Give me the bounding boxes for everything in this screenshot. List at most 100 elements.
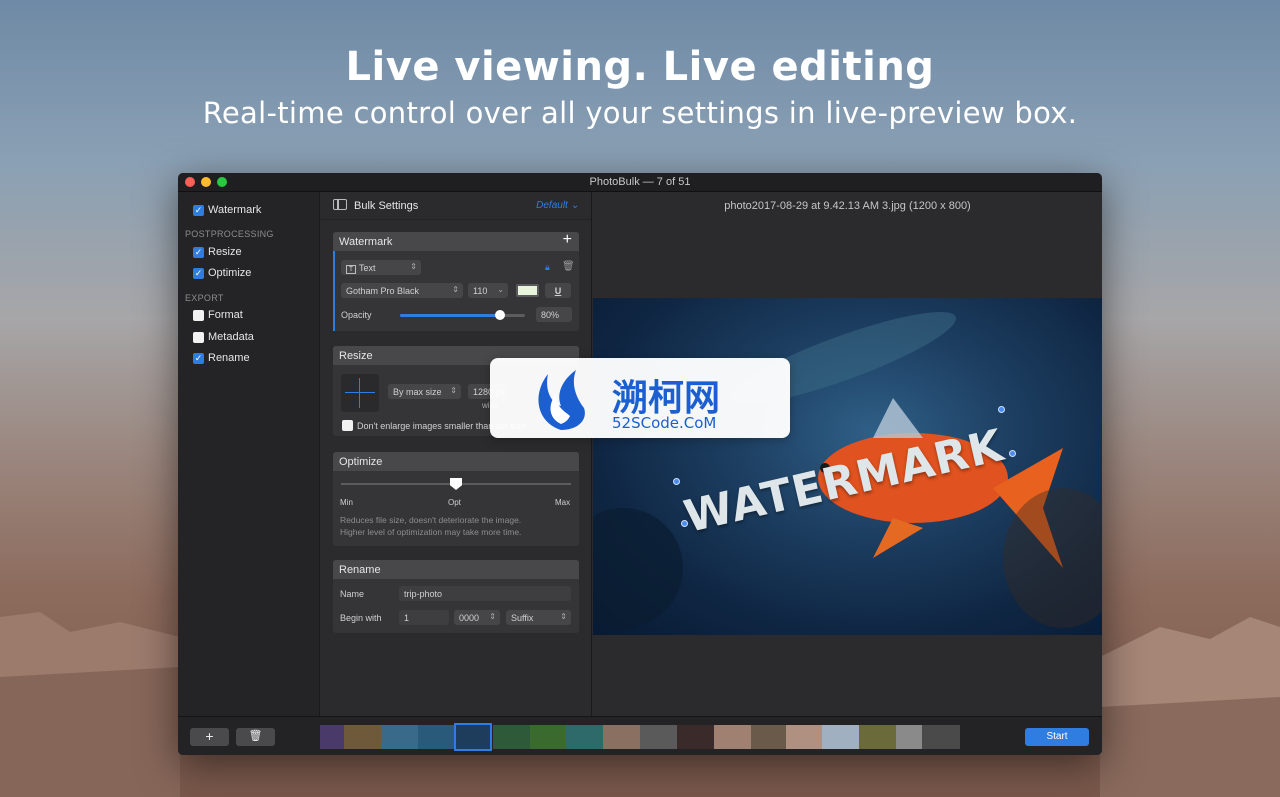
resize-mode-select[interactable]: By max size ⇕ bbox=[388, 384, 461, 399]
start-button[interactable]: Start bbox=[1025, 728, 1089, 746]
resize-handle[interactable] bbox=[673, 478, 680, 485]
rename-digits-select[interactable]: 0000 ⇕ bbox=[454, 610, 500, 625]
watermark-type-select[interactable]: T Text ⇕ bbox=[341, 260, 421, 275]
sidebar-item-optimize[interactable]: ✓ Optimize bbox=[193, 267, 251, 279]
resize-handle[interactable] bbox=[681, 520, 688, 527]
resize-mode-icon bbox=[341, 374, 379, 412]
hero-subtitle: Real-time control over all your settings… bbox=[202, 96, 1078, 130]
thumbnail[interactable] bbox=[714, 725, 752, 749]
sidebar-item-label: Watermark bbox=[208, 204, 262, 216]
thumbnail[interactable] bbox=[530, 725, 568, 749]
bottom-toolbar: + 🗑︎ Start bbox=[178, 716, 1102, 755]
sidebar-item-metadata[interactable]: Metadata bbox=[193, 331, 254, 343]
preview-photo[interactable]: WATERMARK bbox=[593, 298, 1102, 635]
window-title: PhotoBulk — 7 of 51 bbox=[589, 176, 691, 188]
panel-header: Watermark + bbox=[333, 231, 579, 251]
preview-area: photo2017-08-29 at 9.42.13 AM 3.jpg (120… bbox=[593, 192, 1102, 716]
settings-title: Bulk Settings bbox=[354, 200, 419, 212]
thumbnail-selected[interactable] bbox=[454, 723, 492, 751]
checkbox-unchecked-icon[interactable] bbox=[342, 420, 353, 431]
optimize-min-label: Min bbox=[340, 498, 353, 507]
section-heading-export: EXPORT bbox=[185, 293, 224, 303]
checkbox-unchecked-icon[interactable] bbox=[193, 331, 204, 343]
rename-begin-input[interactable]: 1 bbox=[399, 610, 449, 625]
sidebar-item-label: Metadata bbox=[208, 331, 254, 343]
optimize-slider[interactable] bbox=[341, 478, 571, 490]
thumbnail[interactable] bbox=[822, 725, 860, 749]
flame-logo-icon bbox=[538, 370, 585, 430]
rename-name-input[interactable]: trip-photo bbox=[399, 586, 571, 601]
watermark-panel: Watermark + T Text ⇕ 🔒︎ 🗑︎ Gotham Pro Blac… bbox=[333, 231, 579, 331]
thumbnail[interactable] bbox=[566, 725, 604, 749]
optimize-opt-label: Opt bbox=[448, 498, 461, 507]
font-family-select[interactable]: Gotham Pro Black ⇕ bbox=[341, 283, 463, 298]
settings-header: Bulk Settings Default ⌄ bbox=[321, 192, 591, 220]
rename-position-select[interactable]: Suffix ⇕ bbox=[506, 610, 571, 625]
underline-icon[interactable]: U bbox=[545, 283, 571, 298]
optimize-panel: Optimize Min Opt Max Reduces file size, … bbox=[333, 452, 579, 546]
app-window: PhotoBulk — 7 of 51 ✓ Watermark POSTPROC… bbox=[178, 173, 1102, 755]
hero-title: Live viewing. Live editing bbox=[345, 44, 935, 90]
chevron-down-icon: ⌄ bbox=[497, 285, 504, 294]
overlay-domain-text: 52SCode.CoM bbox=[612, 414, 717, 432]
sidebar-item-format[interactable]: Format bbox=[193, 309, 243, 321]
add-images-button[interactable]: + bbox=[190, 728, 229, 746]
sidebar-item-rename[interactable]: ✓ Rename bbox=[193, 352, 250, 364]
thumbnail[interactable] bbox=[786, 725, 824, 749]
stepper-arrows-icon: ⇕ bbox=[452, 285, 459, 294]
thumbnail[interactable] bbox=[922, 725, 960, 749]
thumbnail[interactable] bbox=[381, 725, 419, 749]
opacity-slider-knob[interactable] bbox=[495, 310, 505, 320]
sidebar-item-label: Optimize bbox=[208, 267, 252, 279]
opacity-label: Opacity bbox=[341, 310, 372, 320]
trash-icon[interactable]: 🗑︎ bbox=[562, 261, 575, 272]
checkbox-checked-icon[interactable]: ✓ bbox=[193, 352, 204, 364]
optimize-slider-knob[interactable] bbox=[450, 478, 462, 490]
thumbnail[interactable] bbox=[493, 725, 531, 749]
active-indicator bbox=[333, 251, 335, 331]
checkbox-unchecked-icon[interactable] bbox=[193, 309, 204, 321]
opacity-value-field[interactable]: 80% bbox=[536, 307, 572, 322]
resize-handle[interactable] bbox=[998, 406, 1005, 413]
stepper-arrows-icon: ⇕ bbox=[450, 386, 457, 395]
checkbox-checked-icon[interactable]: ✓ bbox=[193, 204, 204, 216]
optimize-hint-line2: Higher level of optimization may take mo… bbox=[340, 527, 522, 537]
font-size-combo[interactable]: 110 ⌄ bbox=[468, 283, 508, 298]
thumbnail[interactable] bbox=[603, 725, 641, 749]
chevron-down-icon: ⌄ bbox=[570, 200, 579, 211]
resize-handle[interactable] bbox=[1009, 450, 1016, 457]
checkbox-checked-icon[interactable]: ✓ bbox=[193, 246, 204, 258]
stepper-arrows-icon: ⇕ bbox=[560, 612, 567, 621]
sidebar-item-watermark[interactable]: ✓ Watermark bbox=[193, 204, 261, 216]
rename-begin-label: Begin with bbox=[340, 613, 382, 623]
thumbnail[interactable] bbox=[859, 725, 897, 749]
stepper-arrows-icon: ⇕ bbox=[489, 612, 496, 621]
sidebar-item-label: Resize bbox=[208, 246, 242, 258]
text-type-icon: T bbox=[346, 265, 356, 274]
thumbnail[interactable] bbox=[344, 725, 382, 749]
panel-header: Optimize bbox=[333, 452, 579, 471]
sidebar-item-resize[interactable]: ✓ Resize bbox=[193, 246, 242, 258]
preset-dropdown[interactable]: Default ⌄ bbox=[536, 200, 579, 211]
thumbnail[interactable] bbox=[640, 725, 678, 749]
rename-name-label: Name bbox=[340, 589, 365, 599]
opacity-slider-fill bbox=[400, 314, 500, 317]
section-heading-postprocessing: POSTPROCESSING bbox=[185, 229, 274, 239]
opacity-slider[interactable] bbox=[400, 310, 525, 320]
panel-header: Rename bbox=[333, 560, 579, 579]
thumbnail[interactable] bbox=[418, 725, 456, 749]
checkbox-checked-icon[interactable]: ✓ bbox=[193, 267, 204, 279]
lock-icon[interactable]: 🔒︎ bbox=[545, 262, 550, 273]
trash-icon[interactable]: 🗑︎ bbox=[236, 728, 275, 746]
sidebar-toggle-icon[interactable] bbox=[333, 199, 347, 210]
optimize-max-label: Max bbox=[555, 498, 571, 507]
sidebar-item-label: Rename bbox=[208, 352, 250, 364]
rename-panel: Rename Name trip-photo Begin with 1 0000… bbox=[333, 560, 579, 633]
thumbnail[interactable] bbox=[751, 725, 789, 749]
site-logo-overlay: 溯柯网 52SCode.CoM bbox=[490, 358, 790, 438]
sidebar: ✓ Watermark POSTPROCESSING ✓ Resize ✓ Op… bbox=[178, 192, 320, 716]
add-watermark-button[interactable]: + bbox=[563, 231, 572, 249]
text-color-swatch[interactable] bbox=[516, 284, 539, 297]
thumbnail[interactable] bbox=[677, 725, 715, 749]
preview-filename: photo2017-08-29 at 9.42.13 AM 3.jpg (120… bbox=[724, 200, 971, 212]
